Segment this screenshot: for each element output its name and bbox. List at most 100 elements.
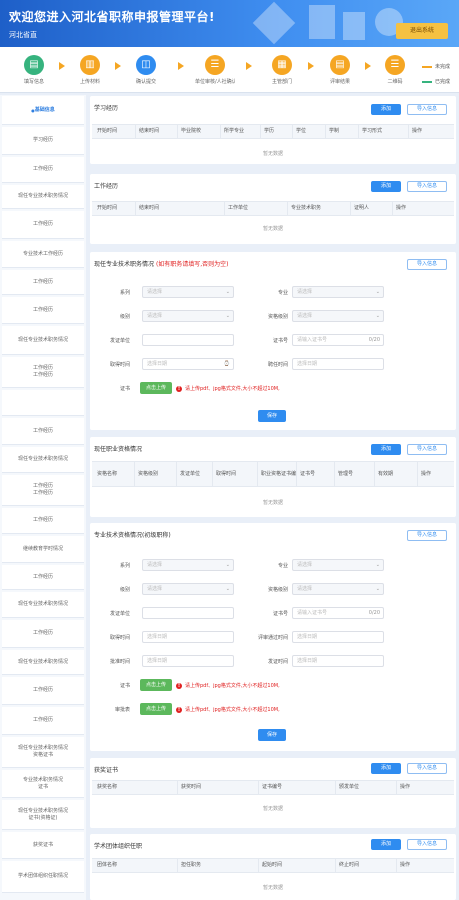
step-6[interactable]: ▤ 评审结果 xyxy=(320,55,360,85)
detail-audit-date-input[interactable]: 选择日期 xyxy=(292,631,384,643)
sidebar-item[interactable]: 工作经历 工作经历 xyxy=(2,357,84,388)
work-card: 工作经历 添加 导入信息 开始时间 结束时间 工作单位 专业技术职务 证明人 操作 暂无数… xyxy=(90,174,456,244)
step-1[interactable]: ▤ 填写信息 xyxy=(14,55,54,85)
current-cert-level-select[interactable]: 请选择 ⌄ xyxy=(292,310,384,322)
sidebar-item[interactable]: 工作经历 xyxy=(2,418,84,445)
detail-approve-date-input[interactable]: 选择日期 xyxy=(142,655,234,667)
column-header: 学制 xyxy=(325,125,358,138)
sidebar-item[interactable]: 现任专业技术职务情况 xyxy=(2,650,84,675)
sidebar-item[interactable]: 工作经历 xyxy=(2,677,84,705)
column-header: 起始时间 xyxy=(258,859,335,872)
current-get-date-input[interactable]: 选择日期 ⌚ xyxy=(142,358,234,370)
sidebar-item-label: 工作经历 xyxy=(32,573,53,580)
sidebar-nav: ● 基础信息 学习经历 工作经历 现任专业技术职务情况 工作经历 专业技术工作经历 工作经历… xyxy=(0,95,86,900)
step-arrow-icon xyxy=(177,62,184,70)
step-arrow-icon xyxy=(245,62,252,70)
column-header: 获奖时间 xyxy=(177,781,258,794)
sidebar-item[interactable]: 工作经历 xyxy=(2,565,84,590)
step-icon: ▤ xyxy=(24,55,44,75)
sidebar-item-label: 专业技术工作经历 xyxy=(22,250,63,257)
legend-swatch-icon xyxy=(422,80,432,83)
column-header: 操作 xyxy=(417,462,454,486)
column-header: 证书号 xyxy=(296,462,334,486)
step-7[interactable]: ☰ 二维码 xyxy=(375,55,415,85)
sidebar-item[interactable]: 继续教育学时情况 xyxy=(2,536,84,563)
awards-import-button[interactable]: 导入信息 xyxy=(407,763,447,774)
sidebar-item[interactable]: 工作经历 xyxy=(2,211,84,239)
exit-button[interactable]: 退出系统 xyxy=(396,23,448,39)
practice-title: 现任职业资格情况 xyxy=(94,446,143,453)
sidebar-item[interactable]: 工作经历 xyxy=(2,157,84,183)
detail-cert-date-input[interactable]: 选择日期 xyxy=(292,655,384,667)
practice-card: 现任职业资格情况 添加 导入信息 资格名称 资格级别 发证单位 取得时间 职业资格证书编… xyxy=(90,437,456,517)
sidebar-item[interactable] xyxy=(2,390,84,416)
detail-issuer-input[interactable] xyxy=(142,607,234,619)
sidebar-item[interactable]: 现任专业技术职务情况 证书(资格证) xyxy=(2,800,84,830)
sidebar-item[interactable]: 现任专业技术职务情况 xyxy=(2,447,84,473)
awards-add-button[interactable]: 添加 xyxy=(371,763,401,774)
step-5[interactable]: ▦ 主管部门 xyxy=(262,55,302,85)
study-card: 学习经历 添加 导入信息 开始时间 结束时间 毕业院校 所学专业 学历 学位 学制 学习形式操… xyxy=(90,96,456,164)
detail-upload1-button[interactable]: 点击上传 xyxy=(140,679,172,691)
sidebar-item-label: 工作经历 xyxy=(32,517,53,523)
detail-save-button[interactable]: 保存 xyxy=(258,729,286,741)
sidebar-item[interactable]: 专业技术工作经历 xyxy=(2,241,84,268)
step-label: 单位审核/人社确认 xyxy=(195,79,235,85)
sidebar-item[interactable]: 学习经历 xyxy=(2,127,84,155)
step-4[interactable]: ☰ 单位审核/人社确认 xyxy=(195,55,235,85)
column-header: 学历 xyxy=(260,125,292,138)
sidebar-item[interactable]: 现任专业技术职务情况 资格证书 xyxy=(2,737,84,768)
sidebar-item[interactable]: 工作经历 xyxy=(2,270,84,295)
current-save-button[interactable]: 保存 xyxy=(258,410,286,422)
current-hire-date-input[interactable]: 选择日期 xyxy=(292,358,384,370)
practice-add-button[interactable]: 添加 xyxy=(371,444,401,455)
current-title-card: 现任专业技术职务情况 (如有职务请填写,否则为空) 导入信息 系列 请选择 ⌄ 专… xyxy=(90,252,456,430)
column-header: 资格级别 xyxy=(134,462,176,486)
sidebar-item[interactable]: 工作经历 xyxy=(2,620,84,648)
sidebar-item[interactable]: 学术团体组织任职情况 xyxy=(2,861,84,893)
step-3[interactable]: ◫ 确认提交 xyxy=(126,55,166,85)
detail-series-select[interactable]: 请选择 ⌄ xyxy=(142,559,234,571)
sidebar-item[interactable]: 工作经历 xyxy=(2,707,84,735)
column-header: 毕业院校 xyxy=(177,125,220,138)
sidebar-item[interactable]: 工作经历 工作经历 xyxy=(2,475,84,506)
step-label: 二维码 xyxy=(387,79,403,85)
sidebar-item[interactable]: 专业技术职务情况 证书 xyxy=(2,770,84,798)
sidebar-item[interactable]: 工作经历 xyxy=(2,508,84,534)
detail-upload2-button[interactable]: 点击上传 xyxy=(140,703,172,715)
practice-import-button[interactable]: 导入信息 xyxy=(407,444,447,455)
current-issuer-label: 发证单位 xyxy=(109,338,130,344)
detail-cert-level-select[interactable]: 请选择 ⌄ xyxy=(292,583,384,595)
column-header: 证书编号 xyxy=(258,781,335,794)
sidebar-item[interactable]: 获奖证书 xyxy=(2,832,84,859)
sidebar-item[interactable]: 现任专业技术职务情况 xyxy=(2,326,84,355)
sidebar-item[interactable]: ● 基础信息 xyxy=(2,96,84,125)
column-header: 结束时间 xyxy=(135,125,177,138)
detail-import-button[interactable]: 导入信息 xyxy=(407,530,447,541)
study-add-button[interactable]: 添加 xyxy=(371,104,401,115)
current-upload-button[interactable]: 点击上传 xyxy=(140,382,172,394)
current-level-select[interactable]: 请选择 ⌄ xyxy=(142,310,234,322)
current-cert-no-input[interactable]: 请输入证书号 0/20 xyxy=(292,334,384,346)
current-issuer-input[interactable] xyxy=(142,334,234,346)
sidebar-item[interactable]: 工作经历 xyxy=(2,297,84,324)
current-series-select[interactable]: 请选择 ⌄ xyxy=(142,286,234,298)
step-2[interactable]: ▥ 上传材料 xyxy=(70,55,110,85)
work-import-button[interactable]: 导入信息 xyxy=(407,181,447,192)
detail-major-select[interactable]: 请选择 ⌄ xyxy=(292,559,384,571)
work-add-button[interactable]: 添加 xyxy=(371,181,401,192)
current-major-select[interactable]: 请选择 ⌄ xyxy=(292,286,384,298)
current-import-button[interactable]: 导入信息 xyxy=(407,259,447,270)
detail-cert-no-input[interactable]: 请输入证书号 0/20 xyxy=(292,607,384,619)
sidebar-item[interactable]: 现任专业技术职务情况 xyxy=(2,185,84,209)
study-import-button[interactable]: 导入信息 xyxy=(407,104,447,115)
society-add-button[interactable]: 添加 xyxy=(371,839,401,850)
society-import-button[interactable]: 导入信息 xyxy=(407,839,447,850)
column-header: 学位 xyxy=(292,125,325,138)
detail-level-select[interactable]: 请选择 ⌄ xyxy=(142,583,234,595)
step-label: 上传材料 xyxy=(79,79,100,85)
sidebar-item[interactable]: 现任专业技术职务情况 xyxy=(2,592,84,618)
detail-get-date-input[interactable]: 选择日期 xyxy=(142,631,234,643)
step-icon: ▤ xyxy=(330,55,350,75)
step-label: 填写信息 xyxy=(23,79,44,85)
